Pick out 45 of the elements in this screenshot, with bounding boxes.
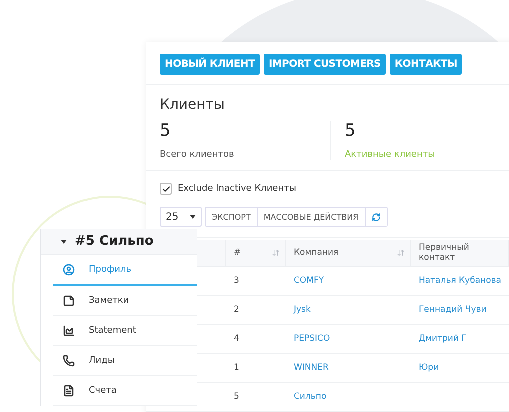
column-header[interactable]: # [226,240,286,267]
column-header[interactable]: Компания [286,240,411,267]
sidebar-item[interactable]: Заметки [53,286,197,316]
sidebar-item[interactable]: Счета [53,376,197,406]
toolbar-button[interactable]: НОВЫЙ КЛИЕНТ [160,54,260,75]
table-link[interactable]: Дмитрий Г [411,325,509,354]
caret-icon[interactable] [61,240,67,244]
caret-icon [190,215,196,219]
table-cell: 3 [226,267,286,296]
table-link[interactable]: Юри [411,354,509,383]
table-link[interactable]: WINNER [286,354,411,383]
sort-icon[interactable] [397,249,405,257]
refresh-icon [372,212,381,222]
sidebar-item[interactable]: Лиды [53,346,197,376]
checkbox-label: Exclude Inactive Клиенты [178,184,296,194]
table-cell: 5 [226,383,286,412]
table-link[interactable]: Сильпо [286,383,411,412]
table-cell: 2 [226,296,286,325]
toolbar-button[interactable]: IMPORT CUSTOMERS [264,54,386,75]
user-icon [63,264,75,276]
column-header[interactable]: Первичный контакт [411,240,509,267]
toolbar-button[interactable]: КОНТАКТЫ [390,54,462,75]
phone-icon [63,354,75,366]
table-link[interactable]: Jysk [286,296,411,325]
sidebar-item[interactable]: Профиль [53,255,197,286]
table-link[interactable]: COMFY [286,267,411,296]
table-cell: 1 [226,354,286,383]
table-link[interactable]: Наталья Кубанова [411,267,509,296]
stat-label: Всего клиентов [160,150,236,160]
sidebar-title: #5 Сильпо [75,234,154,249]
table-link[interactable]: Геннадий Чуви [411,296,509,325]
table-link[interactable]: PEPSICO [286,325,411,354]
table-cell: 4 [226,325,286,354]
action-button[interactable]: ЭКСПОРТ [206,208,258,226]
document-icon [63,384,75,396]
stat-value: 5 [345,121,357,141]
sort-icon[interactable] [272,249,280,257]
checkbox[interactable] [160,183,172,195]
section-title: Клиенты [159,96,226,113]
chart-icon [63,324,75,336]
stat-value: 5 [160,121,172,141]
note-icon [63,294,75,306]
page-size-select[interactable]: 25 [160,207,202,227]
sidebar-item[interactable]: Statement [53,316,197,346]
stat-label: Активные клиенты [345,150,436,160]
